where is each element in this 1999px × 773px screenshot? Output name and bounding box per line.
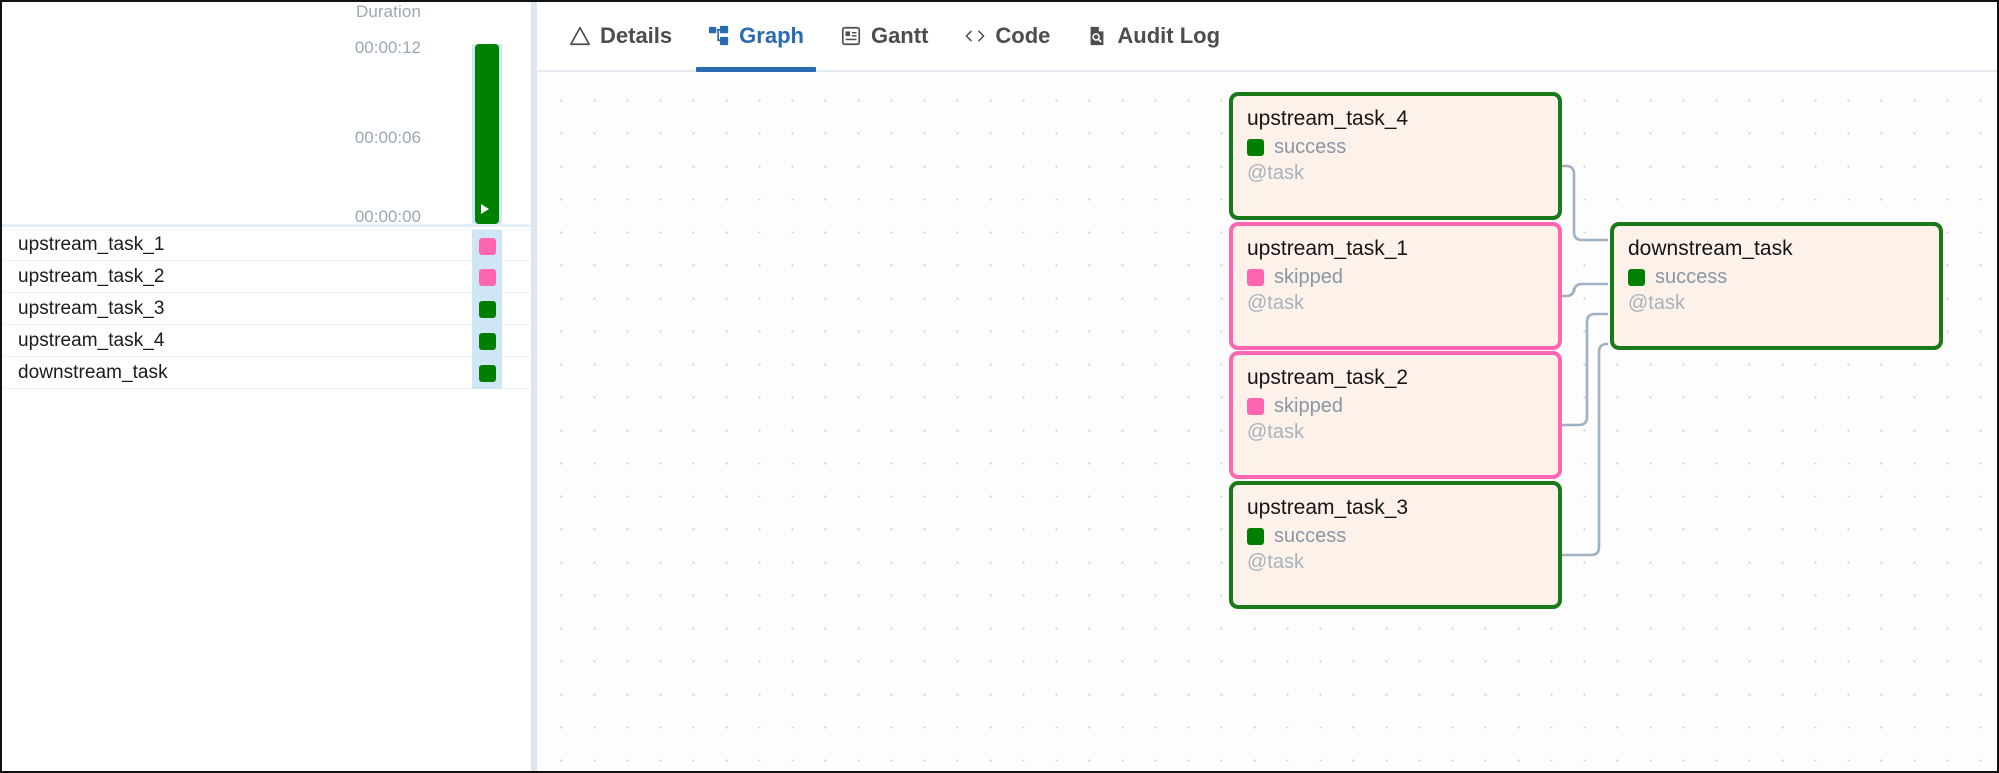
- duration-chart-title: Duration: [355, 2, 421, 21]
- node-status-label: skipped: [1274, 395, 1343, 418]
- node-status-label: success: [1274, 525, 1347, 548]
- node-operator-label: @task: [1247, 421, 1304, 444]
- tab-label: Gantt: [870, 23, 929, 48]
- tab-label: Graph: [739, 23, 804, 48]
- node-status: success: [1628, 266, 1925, 289]
- node-status: success: [1247, 136, 1544, 159]
- tab-code[interactable]: Code: [946, 2, 1068, 70]
- task-row-name: upstream_task_3: [18, 297, 165, 319]
- status-square-skipped: [478, 268, 496, 286]
- task-row-status-cell[interactable]: [472, 293, 502, 325]
- node-operator-label: @task: [1628, 292, 1685, 315]
- node-title: upstream_task_2: [1247, 366, 1409, 389]
- task-row[interactable]: upstream_task_3: [2, 293, 531, 325]
- graph-node-upstream_task_3[interactable]: upstream_task_3success @task: [1229, 481, 1562, 609]
- document-search-icon: [1086, 25, 1108, 47]
- node-status: skipped: [1247, 266, 1544, 289]
- graph-edge-upstream_task_3-to-downstream_task: [1562, 342, 1608, 557]
- node-title: upstream_task_4: [1247, 107, 1409, 130]
- warning-triangle-icon: [569, 25, 591, 47]
- status-square-success: [1247, 139, 1264, 157]
- node-status-label: success: [1274, 136, 1347, 159]
- status-square-success: [478, 300, 496, 318]
- panel-divider[interactable]: [531, 2, 537, 771]
- node-graph-icon: [708, 25, 730, 47]
- task-row[interactable]: downstream_task: [2, 357, 531, 389]
- duration-bar[interactable]: [475, 44, 499, 224]
- node-status: success: [1247, 525, 1544, 548]
- graph-node-upstream_task_4[interactable]: upstream_task_4success @task: [1229, 92, 1562, 220]
- node-status-label: success: [1655, 266, 1728, 289]
- task-row[interactable]: upstream_task_2: [2, 261, 531, 293]
- task-row-status-cell[interactable]: [472, 357, 502, 389]
- task-row-name: upstream_task_4: [18, 329, 165, 351]
- tab-audit-log[interactable]: Audit Log: [1068, 2, 1238, 70]
- angle-brackets-icon: [964, 25, 986, 47]
- task-graph-view: Duration 00:00:12 00:00:06 00:00:00 upst…: [0, 0, 1999, 773]
- tab-label: Details: [600, 23, 673, 48]
- graph-node-upstream_task_1[interactable]: upstream_task_1skipped @task: [1229, 222, 1562, 350]
- status-square-success: [478, 332, 496, 350]
- node-operator-label: @task: [1247, 162, 1304, 185]
- status-square-success: [1247, 528, 1264, 546]
- node-title: downstream_task: [1628, 237, 1793, 260]
- task-grid-panel: Duration 00:00:12 00:00:06 00:00:00 upst…: [2, 2, 531, 771]
- task-row-status-cell[interactable]: [472, 261, 502, 293]
- graph-node-downstream_task[interactable]: downstream_tasksuccess @task: [1610, 222, 1943, 350]
- node-title: upstream_task_1: [1247, 237, 1409, 260]
- status-square-success: [1628, 269, 1645, 287]
- document-lines-icon: [840, 25, 862, 47]
- task-row-status-cell[interactable]: [472, 230, 502, 262]
- duration-bar-column[interactable]: [472, 44, 502, 224]
- status-square-skipped: [478, 237, 496, 255]
- graph-edge-upstream_task_1-to-downstream_task: [1562, 282, 1608, 298]
- graph-edge-upstream_task_2-to-downstream_task: [1562, 312, 1608, 427]
- task-row[interactable]: upstream_task_1: [2, 229, 531, 262]
- status-square-success: [478, 364, 496, 382]
- duration-chart: Duration 00:00:12 00:00:06 00:00:00: [2, 2, 531, 227]
- tab-details[interactable]: Details: [551, 2, 690, 70]
- task-row[interactable]: upstream_task_4: [2, 325, 531, 357]
- graph-edge-upstream_task_4-to-downstream_task: [1562, 164, 1608, 242]
- tab-label: Audit Log: [1117, 23, 1221, 48]
- status-square-skipped: [1247, 398, 1264, 416]
- task-row-name: downstream_task: [18, 361, 168, 383]
- tab-gantt[interactable]: Gantt: [822, 2, 946, 70]
- task-row-name: upstream_task_1: [18, 234, 165, 255]
- detail-panel: Details Graph Gantt Code Audit Log upstream_…: [531, 2, 1997, 771]
- task-row-status-cell[interactable]: [472, 325, 502, 357]
- node-status: skipped: [1247, 395, 1544, 418]
- tab-label: Code: [995, 23, 1051, 48]
- task-row-list: upstream_task_1 upstream_task_2 upstream_t…: [2, 229, 531, 389]
- tab-graph[interactable]: Graph: [690, 2, 822, 72]
- status-square-skipped: [1247, 269, 1264, 287]
- duration-axis-tick-mid: 00:00:06: [354, 128, 421, 147]
- chart-baseline: [2, 224, 531, 227]
- node-status-label: skipped: [1274, 266, 1343, 289]
- node-operator-label: @task: [1247, 551, 1304, 574]
- node-operator-label: @task: [1247, 292, 1304, 315]
- tab-bar: Details Graph Gantt Code Audit Log: [531, 2, 1997, 72]
- duration-axis-tick-max: 00:00:12: [354, 38, 421, 57]
- play-caret-icon: [481, 204, 489, 214]
- graph-canvas[interactable]: upstream_task_4 success @task upstream_task…: [531, 74, 1997, 771]
- node-title: upstream_task_3: [1247, 496, 1409, 519]
- graph-node-upstream_task_2[interactable]: upstream_task_2skipped @task: [1229, 351, 1562, 479]
- task-row-name: upstream_task_2: [18, 265, 165, 287]
